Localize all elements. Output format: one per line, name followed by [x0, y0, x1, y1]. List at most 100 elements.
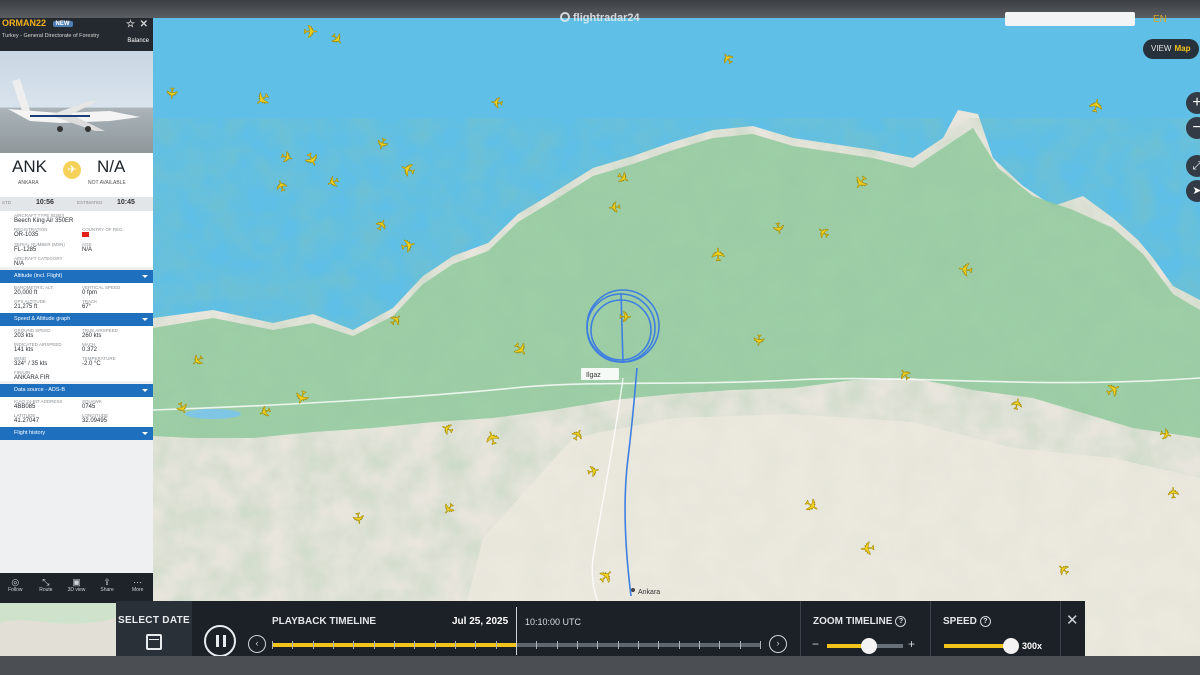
timeline-tick — [760, 641, 761, 649]
timeline-cursor[interactable] — [516, 607, 517, 655]
timeline-tick — [495, 641, 497, 649]
divider — [930, 601, 931, 656]
city-marker-south — [631, 588, 635, 592]
aircraft-icon[interactable]: ✈ — [708, 246, 730, 263]
aircraft-icon[interactable]: ✈ — [749, 333, 769, 348]
aircraft-icon[interactable]: ✈ — [1164, 486, 1183, 500]
aircraft-type[interactable]: Beech King Air 350ER — [14, 218, 150, 224]
altitude-info: BAROMETRIC ALT. 20,000 ft VERTICAL SPEED 0… — [0, 283, 153, 313]
section-data-source[interactable]: Data source - ADS-B — [0, 384, 153, 397]
follow-icon: ◎ — [11, 577, 20, 587]
arrival-time: 10:45 — [117, 199, 135, 206]
pause-button[interactable] — [204, 625, 236, 657]
timeline-tick — [394, 641, 395, 649]
balance-link[interactable]: Balance — [127, 38, 149, 45]
vertical-speed: 0 fpm — [82, 290, 98, 296]
star-icon[interactable]: ☆ — [126, 19, 135, 30]
flag-icon — [82, 232, 89, 237]
aircraft-icon[interactable]: ✈ — [607, 197, 622, 217]
zoom-timeline-plus[interactable]: + — [908, 637, 915, 651]
speed-slider[interactable] — [944, 638, 1019, 654]
speed-slider-fill — [944, 644, 1011, 648]
timeline-tick — [536, 641, 538, 649]
operator-name: Turkey - General Directorate of Forestry — [2, 33, 100, 39]
temperature: -2.0 °C — [82, 361, 101, 367]
view-toggle[interactable]: VIEW Map — [1143, 39, 1199, 59]
speed-info: GROUND SPEED 203 kts TRUE AIRSPEED 260 kts… — [0, 326, 153, 381]
cube-icon: ▣ — [72, 577, 81, 587]
section-history[interactable]: Flight history — [0, 427, 153, 440]
calendar-icon — [146, 634, 162, 650]
timeline-tick — [414, 641, 416, 649]
timeline-tick — [719, 641, 721, 649]
playback-date: Jul 25, 2025 — [452, 616, 509, 627]
close-playback-icon[interactable]: ✕ — [1066, 611, 1079, 629]
route-icon: ⤡ — [42, 577, 50, 587]
city-label-south: Ankara — [638, 589, 660, 596]
zoom-timeline-slider[interactable] — [827, 638, 903, 654]
track: 67° — [82, 304, 92, 310]
timeline-tick — [312, 641, 314, 649]
zoom-timeline-title: ZOOM TIMELINE? — [813, 616, 907, 627]
playback-bar: SELECT DATE PLAYBACK TIMELINE Jul 25, 20… — [116, 601, 1085, 657]
language-button[interactable]: EN — [1153, 14, 1167, 25]
tab-follow[interactable]: ◎ Follow — [0, 573, 31, 603]
speed-slider-knob[interactable] — [1002, 638, 1019, 654]
timeline-prev-button[interactable]: ‹ — [248, 635, 266, 653]
tab-route[interactable]: ⤡ Route — [31, 573, 62, 603]
timeline-tick — [475, 641, 477, 649]
lake — [185, 409, 241, 419]
destination-code: N/A — [97, 157, 126, 176]
tab-more[interactable]: ⋯ More — [122, 573, 153, 603]
timeline-next-button[interactable]: › — [769, 635, 787, 653]
divider — [800, 601, 801, 656]
timeline-tick — [617, 641, 619, 649]
tab-share[interactable]: ⇪ Share — [92, 573, 123, 603]
timeline-tick — [658, 641, 660, 649]
section-altitude[interactable]: Altitude (incl. Flight) — [0, 270, 153, 283]
speed-value: 300x — [1022, 641, 1043, 651]
times-row: STD 10:56 ESTIMATED 10:45 — [0, 197, 153, 211]
select-date-button[interactable]: SELECT DATE — [116, 601, 192, 656]
playback-title: PLAYBACK TIMELINE — [272, 616, 377, 627]
origin-code[interactable]: ANK — [12, 157, 47, 177]
help-icon[interactable]: ? — [979, 616, 991, 627]
radar-icon — [560, 12, 570, 22]
map-canvas[interactable]: Ilgaz Ankara ✈ ✈✈ ✈ ✈✈✈✈ ✈✈✈✈✈✈✈✈✈✈✈✈✈✈ ✈✈ ✈✈✈… — [153, 18, 1200, 656]
aircraft-icon[interactable]: ✈ — [619, 308, 632, 327]
ground-speed: 203 kts — [14, 333, 34, 339]
more-icon: ⋯ — [133, 577, 143, 587]
timeline-tick — [292, 641, 294, 649]
operator-row: Turkey - General Directorate of Forestry… — [0, 33, 153, 51]
minimap-image — [0, 603, 116, 656]
aircraft-icon[interactable]: ✈ — [162, 86, 181, 100]
aircraft-icon[interactable]: ✈ — [859, 536, 877, 559]
flight-detail-panel: ORMAN22 NEW ☆ ✕ Turkey - General Directo… — [0, 18, 153, 603]
close-icon[interactable]: ✕ — [140, 19, 148, 30]
icao-address: 4BB085 — [14, 404, 36, 410]
app-logo[interactable]: flightradar24 — [560, 12, 640, 24]
timeline-tick — [455, 641, 456, 649]
timeline-tick — [739, 641, 741, 649]
aircraft-info: AIRCRAFT TYPE (B350) Beech King Air 350E… — [0, 211, 153, 267]
tab-3d-view[interactable]: ▣ 3D view — [61, 573, 92, 603]
search-input[interactable] — [1005, 12, 1135, 26]
timeline-tick — [272, 641, 273, 649]
help-icon[interactable]: ? — [895, 616, 907, 627]
gps-altitude: 21,275 ft — [14, 304, 38, 310]
wind: 324° / 35 kts — [14, 361, 48, 367]
departure-time: 10:56 — [36, 199, 54, 206]
zoom-slider-knob[interactable] — [860, 638, 877, 654]
city-label: Ilgaz — [586, 372, 601, 379]
fir: ANKARA FIR — [14, 375, 50, 381]
registration[interactable]: OR-1035 — [14, 232, 82, 238]
timeline-tick — [353, 641, 355, 649]
zoom-timeline-minus[interactable]: − — [812, 637, 819, 651]
timeline-tick — [638, 641, 639, 649]
aircraft-icon[interactable]: ✈ — [489, 92, 504, 112]
callsign: ORMAN22 — [2, 18, 47, 28]
section-speed[interactable]: Speed & Altitude graph — [0, 313, 153, 326]
aircraft-photo[interactable] — [0, 51, 153, 153]
route-summary: ANK ANKARA ✈ N/A NOT AVAILABLE — [0, 153, 153, 197]
timeline-tick — [333, 641, 334, 649]
